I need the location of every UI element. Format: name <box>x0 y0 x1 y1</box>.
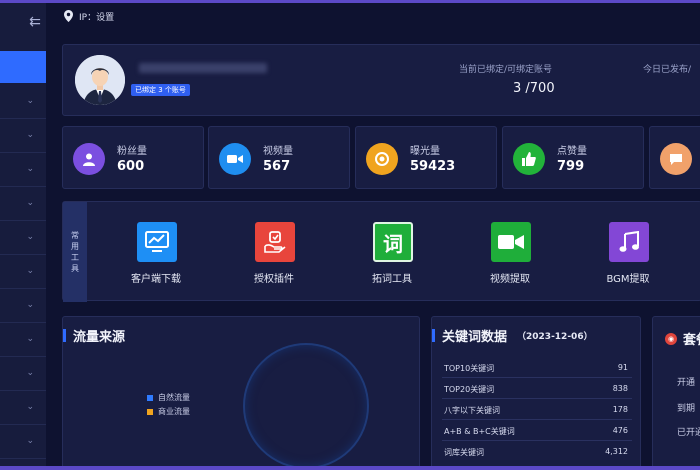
chevron-down-icon: ⌄ <box>26 436 34 446</box>
tool-word-expansion[interactable]: 词 拓词工具 <box>337 222 447 292</box>
stat-label: 视频量 <box>263 146 293 157</box>
bind-count-value: 3 /700 <box>513 81 555 96</box>
sidebar-item-2[interactable]: ⌄ <box>0 121 46 153</box>
bind-count-label: 当前已绑定/可绑定账号 <box>459 65 553 75</box>
top-accent-line <box>0 0 700 3</box>
word-icon: 词 <box>373 222 413 262</box>
tool-label: BGM提取 <box>606 274 650 285</box>
stat-label: 曝光量 <box>410 146 440 157</box>
chevron-down-icon: ⌄ <box>26 232 34 242</box>
tool-video-extract[interactable]: 视频提取 <box>455 222 565 292</box>
stat-card-videos: 视频量 567 <box>208 126 350 189</box>
plan-line: 到期 <box>677 404 696 414</box>
tool-bgm-extract[interactable]: BGM提取 <box>573 222 683 292</box>
chevron-down-icon: ⌄ <box>26 402 34 412</box>
plan-panel: ◉套餐 开通 到期 已开通 <box>652 316 700 470</box>
tool-label: 授权插件 <box>254 274 294 285</box>
comment-icon <box>660 143 692 175</box>
table-row: 词库关键词 4,312 <box>444 447 628 457</box>
sidebar-item-10[interactable]: ⌄ <box>0 393 46 425</box>
table-row: TOP10关键词 91 <box>442 357 632 378</box>
stat-value: 799 <box>557 159 585 174</box>
stat-label: 点赞量 <box>557 146 587 157</box>
thumbs-up-icon <box>513 143 545 175</box>
video-camera-icon <box>219 143 251 175</box>
stat-label: 粉丝量 <box>117 146 147 157</box>
chevron-down-icon: ⌄ <box>26 368 34 378</box>
stat-card-comments <box>649 126 700 189</box>
breadcrumb: IP：设置 <box>64 8 114 24</box>
keyword-data-date: （2023-12-06） <box>517 332 593 342</box>
sidebar-item-3[interactable]: ⌄ <box>0 155 46 187</box>
chart-monitor-icon <box>137 222 177 262</box>
sidebar-item-5[interactable]: ⌄ <box>0 223 46 255</box>
stat-card-exposure: 曝光量 59423 <box>355 126 497 189</box>
chevron-down-icon: ⌄ <box>26 164 34 174</box>
sidebar-item-9[interactable]: ⌄ <box>0 359 46 391</box>
legend-natural-traffic[interactable]: 自然流量 <box>147 392 190 403</box>
stat-value: 567 <box>263 159 291 174</box>
hand-authorize-icon <box>255 222 295 262</box>
traffic-source-title: 流量来源 <box>63 326 125 345</box>
table-row: A+B & B+C关键词 476 <box>442 420 632 441</box>
user-icon <box>73 143 105 175</box>
breadcrumb-text: IP：设置 <box>79 12 115 23</box>
sidebar-item-4[interactable]: ⌄ <box>0 189 46 221</box>
sidebar-item-6[interactable]: ⌄ <box>0 257 46 289</box>
chevron-down-icon: ⌄ <box>26 334 34 344</box>
tool-client-download[interactable]: 客户端下载 <box>101 222 211 292</box>
sidebar: ⇇ ⌄ ⌄ ⌄ ⌄ ⌄ ⌄ ⌄ ⌄ ⌄ ⌄ ⌄ <box>0 3 46 466</box>
stat-value: 59423 <box>410 159 456 174</box>
stat-card-fans: 粉丝量 600 <box>62 126 204 189</box>
profile-panel: 已绑定 3 个账号 当前已绑定/可绑定账号 3 /700 今日已发布/ <box>62 44 700 116</box>
tool-label: 视频提取 <box>490 274 530 285</box>
tool-label: 拓词工具 <box>372 274 412 285</box>
video-extract-icon <box>491 222 531 262</box>
table-row: TOP20关键词 838 <box>442 378 632 399</box>
chevron-down-icon: ⌄ <box>26 96 34 106</box>
sidebar-item-8[interactable]: ⌄ <box>0 325 46 357</box>
sidebar-item-1[interactable]: ⌄ <box>0 87 46 119</box>
sidebar-item-11[interactable]: ⌄ <box>0 427 46 459</box>
chevron-down-icon: ⌄ <box>26 130 34 140</box>
sidebar-item-active[interactable] <box>0 51 46 83</box>
today-published-label: 今日已发布/ <box>643 65 692 75</box>
exposure-icon <box>366 143 398 175</box>
plan-line: 开通 <box>677 378 696 388</box>
tool-auth-plugin[interactable]: 授权插件 <box>219 222 329 292</box>
common-tools-panel: 常 用 工 具 客户端下载 授权插件 词 拓词工具 视频提取 BGM提取 <box>62 201 700 302</box>
common-tools-tag: 常 用 工 具 <box>63 202 87 302</box>
chevron-down-icon: ⌄ <box>26 198 34 208</box>
bottom-accent-line <box>0 466 700 470</box>
traffic-source-panel: 流量来源 自然流量 商业流量 <box>62 316 420 470</box>
plan-line: 已开通 <box>677 428 700 438</box>
music-note-icon <box>609 222 649 262</box>
avatar <box>75 55 125 105</box>
chevron-down-icon: ⌄ <box>26 300 34 310</box>
legend-commercial-traffic[interactable]: 商业流量 <box>147 406 190 417</box>
sidebar-item-7[interactable]: ⌄ <box>0 291 46 323</box>
keyword-data-panel: 关键词数据 （2023-12-06） TOP10关键词 91 TOP20关键词 838… <box>431 316 641 470</box>
collapse-menu-icon[interactable]: ⇇ <box>26 13 44 31</box>
table-row: 八字以下关键词 178 <box>442 399 632 420</box>
traffic-donut-ring <box>243 343 369 469</box>
stat-card-likes: 点赞量 799 <box>502 126 644 189</box>
location-pin-icon <box>64 10 73 22</box>
keyword-data-title: 关键词数据 （2023-12-06） <box>432 326 593 345</box>
masked-username <box>139 63 267 73</box>
bound-accounts-badge: 已绑定 3 个账号 <box>131 84 190 96</box>
tool-label: 客户端下载 <box>131 274 181 285</box>
stat-value: 600 <box>117 159 145 174</box>
plan-badge-icon: ◉ <box>665 332 677 345</box>
plan-title: ◉套餐 <box>665 329 700 348</box>
chevron-down-icon: ⌄ <box>26 266 34 276</box>
